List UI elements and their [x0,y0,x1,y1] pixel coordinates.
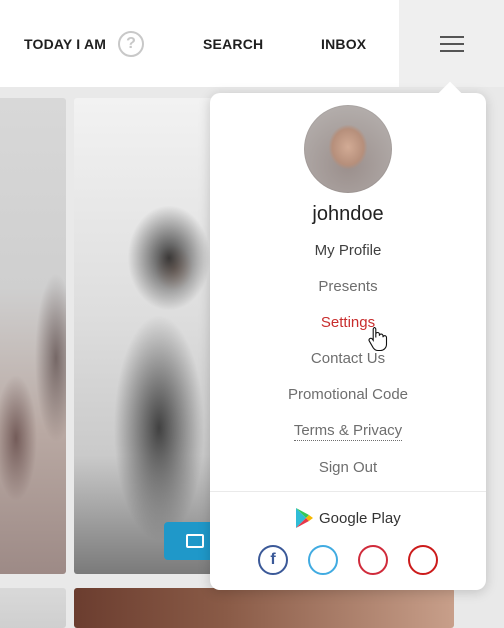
google-play-label: Google Play [319,509,401,527]
menu-item-label: Terms & Privacy [293,422,403,441]
menu-item-presents[interactable]: Presents [210,278,486,295]
help-icon[interactable]: ? [118,31,144,57]
avatar[interactable] [304,105,392,193]
profile-photo-card[interactable] [74,98,214,574]
menu-item-label: Settings [320,314,376,331]
google-play-link[interactable]: Google Play [294,506,401,530]
menu-item-label: Contact Us [310,350,386,367]
menu-item-settings[interactable]: Settings [210,314,486,331]
nav-inbox[interactable]: INBOX [321,0,366,87]
menu-item-sign-out[interactable]: Sign Out [210,459,486,476]
menu-item-label: Sign Out [318,459,378,476]
menu-item-promotional-code[interactable]: Promotional Code [210,386,486,403]
nav-search[interactable]: SEARCH [203,0,263,87]
youtube-icon[interactable] [408,545,438,575]
facebook-icon[interactable]: f [258,545,288,575]
divider [210,491,486,492]
twitter-icon[interactable] [308,545,338,575]
hamburger-icon [439,35,464,52]
google-play-icon [296,508,313,528]
menu-item-my-profile[interactable]: My Profile [210,242,486,259]
menu-item-label: Promotional Code [287,386,409,403]
video-camera-icon [186,534,204,548]
profile-photo-card[interactable] [0,588,66,628]
nav-today-i-am[interactable]: TODAY I AM [24,0,106,87]
menu-item-contact-us[interactable]: Contact Us [210,350,486,367]
menu-button[interactable] [399,0,504,87]
user-menu-dropdown: johndoe My Profile Presents Settings Con… [210,93,486,590]
profile-photo-card[interactable] [74,588,454,628]
top-navigation: TODAY I AM ? SEARCH INBOX [0,0,504,87]
instagram-icon[interactable] [358,545,388,575]
hand-cursor-icon [368,326,388,352]
menu-item-label: Presents [318,278,378,295]
menu-item-label: My Profile [314,242,382,259]
menu-item-terms-privacy[interactable]: Terms & Privacy [210,422,486,441]
username: johndoe [312,203,384,225]
profile-photo-card[interactable] [0,98,66,574]
